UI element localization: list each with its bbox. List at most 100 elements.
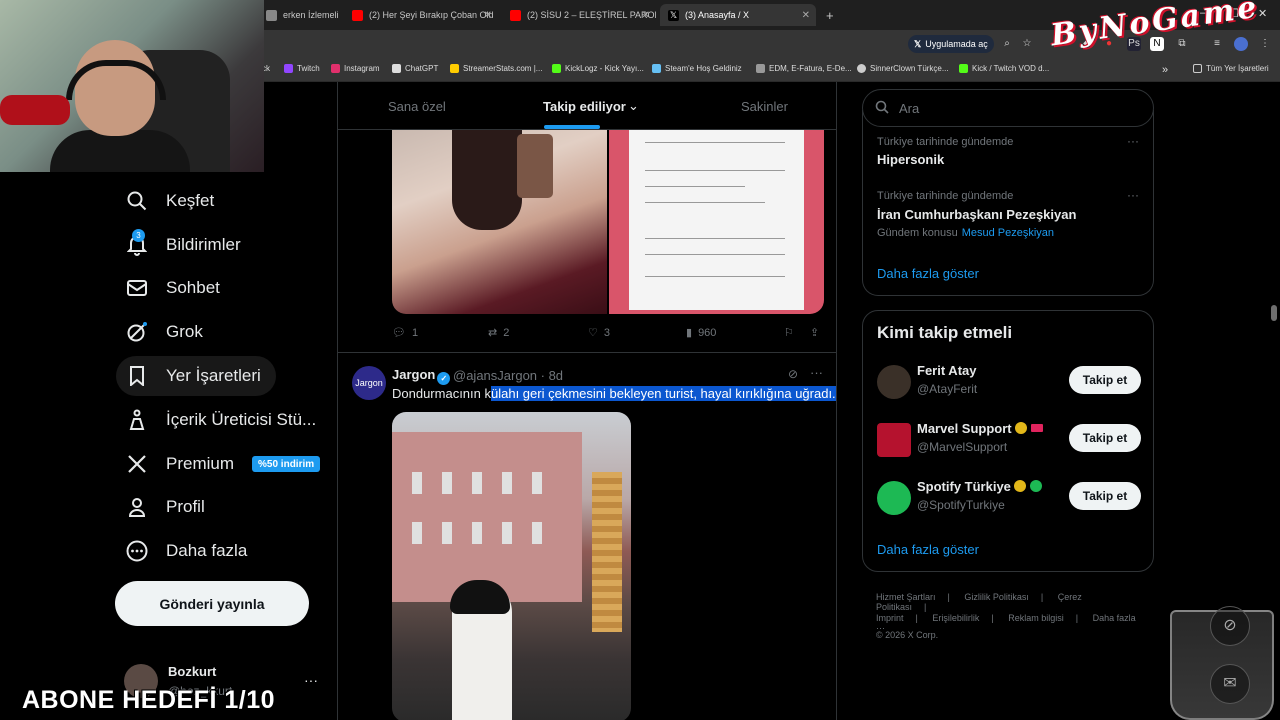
- chevron-down-icon[interactable]: ⌄: [628, 98, 639, 114]
- suggestion-name[interactable]: Marvel Support: [917, 421, 1043, 436]
- bookmark-item[interactable]: StreamerStats.com |...: [450, 64, 542, 73]
- bookmark-item[interactable]: ChatGPT: [392, 64, 438, 73]
- tweet-video[interactable]: [392, 412, 631, 720]
- all-bookmarks-button[interactable]: Tüm Yer İşaretleri: [1193, 64, 1269, 73]
- tab-residents[interactable]: Sakinler: [741, 99, 788, 114]
- footer-separator: |: [1040, 592, 1044, 602]
- more-options-icon[interactable]: ···: [1127, 188, 1139, 202]
- footer-link[interactable]: Imprint: [876, 613, 904, 623]
- trend-title[interactable]: İran Cumhurbaşkanı Pezeşkiyan: [877, 207, 1076, 222]
- nav-item-creator-studio[interactable]: İçerik Üreticisi Stü...: [116, 400, 326, 440]
- suggestion-name[interactable]: Ferit Atay: [917, 363, 976, 378]
- tweet-photo[interactable]: [392, 130, 607, 314]
- trend-title[interactable]: Hipersonik: [877, 152, 944, 167]
- share-button[interactable]: ⇪: [810, 326, 819, 339]
- footer-link[interactable]: Hizmet Şartları: [876, 592, 936, 602]
- tweet-author-handle[interactable]: @ajansJargon · 8d: [453, 368, 563, 383]
- nav-item-messages[interactable]: Sohbet: [116, 268, 230, 308]
- bookmark-item[interactable]: Instagram: [331, 64, 380, 73]
- avatar[interactable]: Jargon: [352, 366, 386, 400]
- grok-float-icon[interactable]: ⊘: [1210, 606, 1250, 646]
- nav-item-explore[interactable]: Keşfet: [116, 181, 224, 221]
- menu-icon[interactable]: ⋮: [1258, 37, 1272, 51]
- open-in-app-button[interactable]: 𝕏 Uygulamada aç: [908, 35, 994, 53]
- bookmark-item[interactable]: SinnerClown Türkçe...: [857, 64, 949, 73]
- follow-suggestion[interactable]: Ferit Atay @AtayFerit Takip et: [877, 363, 1141, 405]
- tab-search-icon[interactable]: ≡: [1210, 37, 1224, 51]
- tweet-author-name[interactable]: Jargon ✓: [392, 367, 451, 385]
- browser-tab-active[interactable]: 𝕏 (3) Anasayfa / X ✕: [660, 4, 816, 26]
- tab-following[interactable]: Takip ediliyor: [543, 99, 626, 114]
- video-window: [502, 472, 512, 494]
- ice-cream-cones: [592, 472, 622, 632]
- video-window: [532, 522, 542, 544]
- follow-suggestion[interactable]: Spotify Türkiye @SpotifyTurkiye Takip et: [877, 479, 1141, 521]
- close-tab-icon[interactable]: ✕: [484, 10, 492, 21]
- close-tab-icon[interactable]: ✕: [642, 10, 650, 21]
- nav-label: Yer İşaretleri: [166, 366, 261, 385]
- repost-button[interactable]: ⇄ 2: [488, 326, 509, 340]
- follow-suggestion[interactable]: Marvel Support @MarvelSupport Takip et: [877, 421, 1141, 463]
- bookmarks-overflow-button[interactable]: »: [1162, 64, 1168, 76]
- like-button[interactable]: ♡ 3: [588, 326, 610, 340]
- grok-icon[interactable]: ⊘: [788, 367, 798, 381]
- footer-link[interactable]: Erişilebilirlik: [932, 613, 979, 623]
- bookmark-item[interactable]: KickLogz - Kick Yayı...: [552, 64, 644, 73]
- footer-link[interactable]: Reklam bilgisi: [1008, 613, 1064, 623]
- follow-button[interactable]: Takip et: [1069, 424, 1141, 452]
- nav-item-bookmarks[interactable]: Yer İşaretleri: [116, 356, 276, 396]
- search-input[interactable]: Ara: [862, 89, 1154, 127]
- nav-item-profile[interactable]: Profil: [116, 487, 215, 527]
- close-tab-icon[interactable]: ✕: [802, 10, 810, 21]
- profile-avatar-icon[interactable]: [1234, 37, 1248, 51]
- views-button[interactable]: ▮ 960: [686, 326, 716, 340]
- more-circle-icon: [126, 540, 148, 562]
- tweet-photo-document[interactable]: [609, 130, 824, 314]
- account-name[interactable]: Bozkurt: [168, 664, 216, 679]
- browser-tab[interactable]: (2) Her Şeyi Bırakıp Çoban Old ✕: [344, 4, 498, 26]
- avatar[interactable]: [877, 423, 911, 457]
- globe-icon: [857, 64, 866, 73]
- nav-item-more[interactable]: Daha fazla: [116, 531, 257, 571]
- nav-item-grok[interactable]: Grok: [116, 312, 213, 352]
- bookmark-item[interactable]: EDM, E-Fatura, E-De...: [756, 64, 852, 73]
- tab-for-you[interactable]: Sana özel: [388, 99, 446, 114]
- zoom-icon[interactable]: ⌕: [1000, 37, 1014, 51]
- grok-icon: [126, 321, 148, 343]
- bookmark-item[interactable]: Steam'e Hoş Geldiniz: [652, 64, 742, 73]
- scrollbar-thumb[interactable]: [1271, 305, 1277, 321]
- repost-icon: ⇄: [488, 327, 498, 339]
- folder-icon: [756, 64, 765, 73]
- follow-button[interactable]: Takip et: [1069, 366, 1141, 394]
- follow-button[interactable]: Takip et: [1069, 482, 1141, 510]
- premium-discount-badge: %50 indirim: [252, 456, 321, 472]
- tab-label: erken İzlemeli: [283, 10, 339, 20]
- browser-tab[interactable]: (2) SİSU 2 – ELEŞTİREL PARODİ ✕: [502, 4, 656, 26]
- x-logo-icon: 𝕏: [668, 9, 679, 21]
- post-button[interactable]: Gönderi yayınla: [115, 581, 309, 626]
- browser-tab[interactable]: erken İzlemeli: [258, 4, 342, 26]
- tweet-media-grid[interactable]: [392, 130, 824, 314]
- trend-context-link[interactable]: Mesud Pezeşkiyan: [962, 227, 1054, 239]
- bookmark-item[interactable]: Kick / Twitch VOD d...: [959, 64, 1049, 73]
- show-more-link[interactable]: Daha fazla göster: [877, 266, 979, 281]
- creator-icon: [126, 409, 148, 431]
- reply-button[interactable]: 💬︎ 1: [392, 326, 418, 340]
- more-options-icon[interactable]: ···: [810, 365, 823, 380]
- suggestion-name[interactable]: Spotify Türkiye: [917, 479, 1042, 494]
- suggestion-name-text: Spotify Türkiye: [917, 479, 1011, 494]
- avatar[interactable]: [877, 365, 911, 399]
- account-more-button[interactable]: ···: [304, 672, 318, 688]
- more-options-icon[interactable]: ···: [1127, 134, 1139, 148]
- bookmark-button[interactable]: ⚐: [784, 326, 794, 339]
- show-more-link[interactable]: Daha fazla göster: [877, 542, 979, 557]
- tweet-text-selected: ülahı geri çekmesini bekleyen turist, ha…: [491, 386, 836, 401]
- document-paper: [629, 130, 804, 310]
- avatar[interactable]: [877, 481, 911, 515]
- nav-item-premium[interactable]: Premium %50 indirim: [116, 444, 330, 484]
- new-tab-button[interactable]: +: [818, 4, 842, 26]
- bookmark-item[interactable]: Twitch: [284, 64, 320, 73]
- footer-link[interactable]: Gizlilik Politikası: [964, 592, 1029, 602]
- messages-float-icon[interactable]: ✉: [1210, 664, 1250, 704]
- bookmark-label: Steam'e Hoş Geldiniz: [665, 64, 742, 73]
